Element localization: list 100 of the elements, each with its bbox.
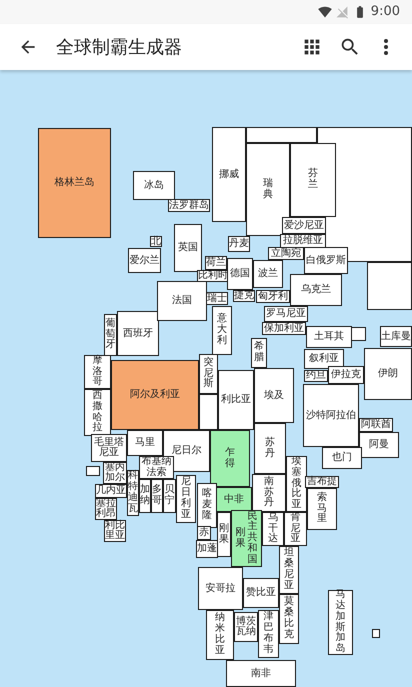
country-block[interactable]: 阿尔及利亚 (111, 360, 199, 430)
country-block[interactable]: 德国 (227, 258, 253, 290)
territory-block (372, 629, 380, 638)
country-block[interactable]: 喀麦隆 (197, 483, 217, 528)
country-label: 马达加斯加岛 (336, 590, 346, 655)
country-block[interactable]: 冰岛 (133, 171, 175, 200)
country-label: 津巴布韦 (264, 612, 274, 656)
country-block[interactable]: 科特迪瓦 (127, 470, 139, 516)
country-block[interactable]: 刚果 (217, 512, 231, 557)
country-label: 意大利 (217, 314, 227, 347)
country-block[interactable]: 比利时 (197, 270, 229, 282)
country-block[interactable]: 贝宁 (163, 479, 176, 513)
country-label: 挪威 (219, 170, 239, 180)
country-block[interactable]: 尼日利亚 (176, 475, 196, 523)
country-block[interactable]: 土库曼 (380, 326, 412, 347)
country-label: 阿曼 (369, 440, 389, 450)
country-label: 立陶宛 (271, 248, 301, 258)
country-block[interactable]: 沙特阿拉伯 (303, 384, 359, 447)
country-block[interactable]: 芬兰 (290, 143, 336, 217)
country-block[interactable]: 塞拉利昂 (95, 498, 117, 520)
country-label: 伊拉克 (331, 370, 361, 380)
country-block[interactable]: 伊拉克 (328, 366, 364, 384)
country-block[interactable]: 博茨瓦纳 (234, 612, 258, 642)
country-block[interactable]: 中非 (216, 487, 252, 512)
country-block[interactable]: 埃及 (254, 368, 294, 423)
country-block[interactable]: 多哥 (151, 479, 163, 513)
country-label: 尼日尔 (172, 446, 202, 456)
country-label: 土耳其 (314, 332, 344, 342)
app-title: 全球制霸生成器 (56, 36, 182, 60)
country-block[interactable]: 南非 (226, 660, 296, 687)
country-block[interactable]: 西班牙 (117, 311, 159, 356)
country-block[interactable]: 坦桑尼亚 (279, 546, 299, 594)
country-block[interactable]: 爱沙尼亚 (282, 217, 326, 234)
country-block[interactable]: 莫桑比克 (279, 594, 299, 644)
country-block[interactable]: 乌克兰 (290, 274, 342, 306)
country-label: 也门 (332, 453, 352, 463)
country-block[interactable]: 苏丹 (254, 423, 286, 474)
country-label: 葡萄牙 (106, 318, 116, 352)
country-label: 白俄罗斯 (306, 256, 346, 266)
country-block[interactable]: 丹麦 (228, 236, 250, 252)
country-label: 乌克兰 (301, 285, 331, 295)
country-block[interactable]: 叙利亚 (304, 349, 344, 369)
country-block[interactable]: 意大利 (212, 306, 232, 355)
country-block[interactable]: 纳米比亚 (206, 610, 234, 660)
country-block[interactable]: 南苏丹 (252, 474, 286, 512)
country-block[interactable]: 希腊 (251, 338, 267, 368)
country-block[interactable]: 葡萄牙 (104, 314, 117, 356)
country-block[interactable]: 伊朗 (364, 348, 412, 400)
country-block[interactable]: 英国 (174, 224, 202, 272)
more-icon (384, 39, 388, 55)
country-block[interactable]: 白俄罗斯 (304, 247, 348, 274)
country-block[interactable]: 马里 (127, 430, 163, 456)
no-signal-icon (336, 6, 349, 18)
country-label: 苏丹 (265, 438, 275, 460)
country-label: 乍得 (225, 448, 235, 470)
country-block[interactable]: 利比里亚 (104, 520, 126, 542)
country-block[interactable]: 罗马尼亚 (264, 306, 308, 322)
country-label: 突尼斯 (204, 358, 214, 390)
country-block[interactable]: 利比亚 (218, 370, 254, 430)
country-block[interactable]: 拉脱维亚 (280, 234, 326, 248)
country-label: 芬兰 (308, 169, 318, 191)
country-block[interactable]: 赞比亚 (243, 578, 279, 608)
country-block[interactable]: 爱尔兰 (128, 248, 161, 273)
country-block[interactable]: 阿曼 (359, 432, 399, 458)
country-block[interactable]: 格林兰岛 (38, 128, 111, 238)
country-block[interactable]: 北 (150, 236, 162, 247)
country-label: 阿尔及利亚 (130, 390, 180, 400)
country-block[interactable]: 加蓬 (196, 540, 218, 558)
country-block[interactable]: 立陶宛 (268, 247, 304, 260)
country-block[interactable]: 马达加斯加岛 (328, 590, 353, 655)
country-block[interactable]: 安哥拉 (198, 567, 243, 610)
country-block[interactable]: 肯尼亚 (284, 512, 307, 546)
country-block[interactable]: 埃塞俄比亚 (286, 456, 307, 512)
country-label: 刚果 (236, 528, 246, 550)
country-label: 英国 (178, 243, 198, 253)
country-block[interactable]: 乌干达 (262, 512, 284, 546)
country-label: 冰岛 (144, 180, 164, 190)
country-block[interactable]: 土耳其 (306, 326, 352, 348)
country-block[interactable]: 西撒哈拉 (84, 389, 111, 436)
country-label: 叙利亚 (309, 354, 339, 364)
country-block[interactable]: 津巴布韦 (258, 610, 279, 658)
country-block[interactable]: 乍得 (210, 430, 250, 487)
country-label: 利比亚 (221, 395, 251, 405)
country-block[interactable]: 加纳 (139, 479, 151, 513)
country-block[interactable]: 波兰 (253, 260, 283, 288)
country-label: 赞比亚 (246, 588, 276, 598)
country-label: 喀麦隆 (202, 489, 212, 522)
country-label: 法国 (172, 296, 192, 306)
country-label: 加纳 (140, 485, 150, 507)
country-block[interactable]: 法国 (157, 281, 207, 321)
country-block[interactable]: 捷克 (233, 290, 255, 302)
wifi-icon (318, 5, 332, 19)
country-label: 肯尼亚 (290, 512, 300, 546)
country-block[interactable]: 突尼斯 (199, 354, 218, 394)
country-label: 马里 (135, 438, 155, 448)
country-block[interactable]: 索马里 (307, 488, 337, 530)
country-block[interactable]: 挪威 (212, 127, 246, 222)
country-block[interactable]: 摩洛哥 (84, 355, 111, 389)
country-label: 西撒哈拉 (92, 390, 102, 434)
country-block[interactable]: 也门 (322, 447, 362, 469)
